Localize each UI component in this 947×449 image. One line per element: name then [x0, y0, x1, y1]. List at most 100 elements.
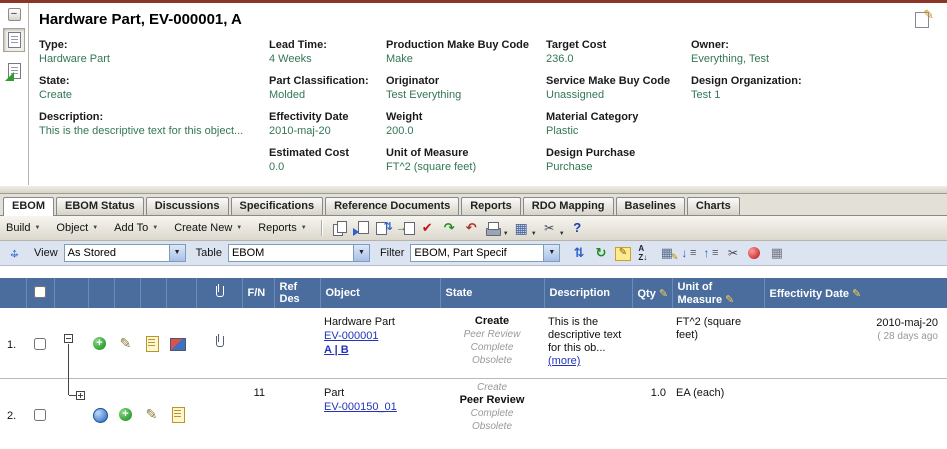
- state-item: Create: [444, 381, 540, 394]
- attribute-field: State:Create: [39, 75, 269, 102]
- grid-view-icon[interactable]: [767, 245, 786, 262]
- filterbar-left-icons: [5, 245, 24, 262]
- header-object[interactable]: Object: [320, 278, 440, 308]
- stop-icon[interactable]: [745, 245, 764, 262]
- add-icon[interactable]: [116, 406, 135, 423]
- tab-discussions[interactable]: Discussions: [146, 197, 229, 215]
- select-all-checkbox[interactable]: [34, 286, 46, 298]
- edit-columns-icon[interactable]: [657, 245, 676, 262]
- tab-specifications[interactable]: Specifications: [231, 197, 324, 215]
- chevron-down-icon: [169, 245, 185, 261]
- more-link[interactable]: (more): [548, 355, 580, 367]
- field-value: 0.0: [269, 160, 378, 174]
- tab-ebom-status[interactable]: EBOM Status: [56, 197, 144, 215]
- tree-connector-line: [69, 395, 76, 396]
- tab-charts[interactable]: Charts: [687, 197, 740, 215]
- object-revisions-link[interactable]: A | B: [324, 344, 349, 356]
- import-icon[interactable]: [396, 220, 415, 237]
- edit-column-icon[interactable]: [722, 294, 734, 306]
- clipboard-icon[interactable]: [142, 335, 161, 352]
- state-current: Peer Review: [444, 394, 540, 407]
- paperclip-icon[interactable]: [210, 333, 229, 350]
- tab-reference-documents[interactable]: Reference Documents: [325, 197, 459, 215]
- field-label: Description:: [39, 111, 261, 124]
- header-label: Description: [550, 287, 611, 299]
- sort-filter-icon[interactable]: [569, 245, 588, 262]
- cut-icon[interactable]: [723, 245, 742, 262]
- help-icon[interactable]: [568, 220, 587, 237]
- add-icon[interactable]: [90, 335, 109, 352]
- demote-icon[interactable]: [462, 220, 481, 237]
- edit-column-icon[interactable]: [656, 288, 668, 300]
- header-uom[interactable]: Unit of Measure: [672, 278, 764, 308]
- mass-edit-icon[interactable]: [613, 245, 632, 262]
- sort-az-icon[interactable]: [635, 245, 654, 262]
- menu-create-new[interactable]: Create New: [174, 222, 242, 234]
- approve-icon[interactable]: [418, 220, 437, 237]
- paste-icon[interactable]: [352, 220, 371, 237]
- field-label: Lead Time:: [269, 39, 378, 52]
- collapse-level-icon[interactable]: [701, 245, 720, 262]
- edit-icon[interactable]: [142, 406, 161, 423]
- uom-cell: EA (each): [672, 379, 764, 449]
- tab-baselines[interactable]: Baselines: [616, 197, 685, 215]
- edit-details-icon[interactable]: [913, 10, 933, 28]
- object-name-link[interactable]: EV-000001: [324, 330, 378, 342]
- tab-ebom[interactable]: EBOM: [3, 197, 54, 216]
- row-checkbox[interactable]: [34, 409, 46, 421]
- effectivity-cell: 2010-maj-20 ( 28 days ago: [764, 308, 947, 379]
- sync-icon[interactable]: [374, 220, 393, 237]
- clipboard-icon[interactable]: [168, 406, 187, 423]
- refresh-icon[interactable]: [591, 245, 610, 262]
- header-label: State: [446, 287, 473, 299]
- panel-splitter[interactable]: [0, 185, 947, 194]
- header-effectivity[interactable]: Effectivity Date: [764, 278, 947, 308]
- field-value: 2010-maj-20: [269, 124, 378, 138]
- header-attachments[interactable]: [196, 278, 242, 308]
- field-value: Purchase: [546, 160, 683, 174]
- details-page-slot[interactable]: [3, 28, 25, 52]
- favorites-slot[interactable]: [3, 59, 25, 83]
- filter-select[interactable]: EBOM, Part Specif: [410, 244, 560, 262]
- tab-reports[interactable]: Reports: [461, 197, 521, 215]
- menu-object[interactable]: Object: [56, 222, 98, 234]
- copy-icon[interactable]: [330, 220, 349, 237]
- attribute-field: Unit of MeasureFT^2 (square feet): [386, 147, 546, 174]
- views-menu-icon[interactable]: [512, 220, 531, 237]
- promote-icon[interactable]: [440, 220, 459, 237]
- expand-node-icon[interactable]: [76, 391, 85, 400]
- header-refdes[interactable]: Ref Des: [274, 278, 320, 308]
- field-value: FT^2 (square feet): [386, 160, 538, 174]
- view-select[interactable]: As Stored: [64, 244, 186, 262]
- attribute-column: Lead Time:4 WeeksPart Classification:Mol…: [269, 39, 386, 183]
- image-icon[interactable]: [168, 335, 187, 352]
- header-action-col: [88, 278, 114, 308]
- header-qty[interactable]: Qty: [632, 278, 672, 308]
- header-state[interactable]: State: [440, 278, 544, 308]
- menu-add-to[interactable]: Add To: [114, 222, 158, 234]
- collapse-panel-button[interactable]: [8, 8, 21, 21]
- header-description[interactable]: Description: [544, 278, 632, 308]
- field-label: Type:: [39, 39, 261, 52]
- object-name-link[interactable]: EV-000150_01: [324, 401, 397, 413]
- edit-icon[interactable]: [116, 335, 135, 352]
- print-menu-icon[interactable]: [484, 220, 503, 237]
- header-fn[interactable]: F/N: [242, 278, 274, 308]
- tools-menu-icon[interactable]: [540, 220, 559, 237]
- row-actions: [90, 335, 196, 352]
- menu-build[interactable]: Build: [6, 222, 40, 234]
- globe-icon[interactable]: [90, 406, 109, 423]
- fit-icon[interactable]: [5, 245, 24, 262]
- row-checkbox[interactable]: [34, 338, 46, 350]
- state-item: Obsolete: [444, 420, 540, 433]
- expand-level-icon[interactable]: [679, 245, 698, 262]
- collapse-node-icon[interactable]: [64, 334, 73, 343]
- chevron-down-icon: [148, 222, 158, 234]
- header-select-all[interactable]: [26, 278, 54, 308]
- tab-rdo-mapping[interactable]: RDO Mapping: [523, 197, 614, 215]
- field-value: 200.0: [386, 124, 538, 138]
- object-type: Part: [324, 387, 436, 400]
- table-select[interactable]: EBOM: [228, 244, 370, 262]
- edit-column-icon[interactable]: [849, 288, 861, 300]
- menu-reports[interactable]: Reports: [258, 222, 306, 234]
